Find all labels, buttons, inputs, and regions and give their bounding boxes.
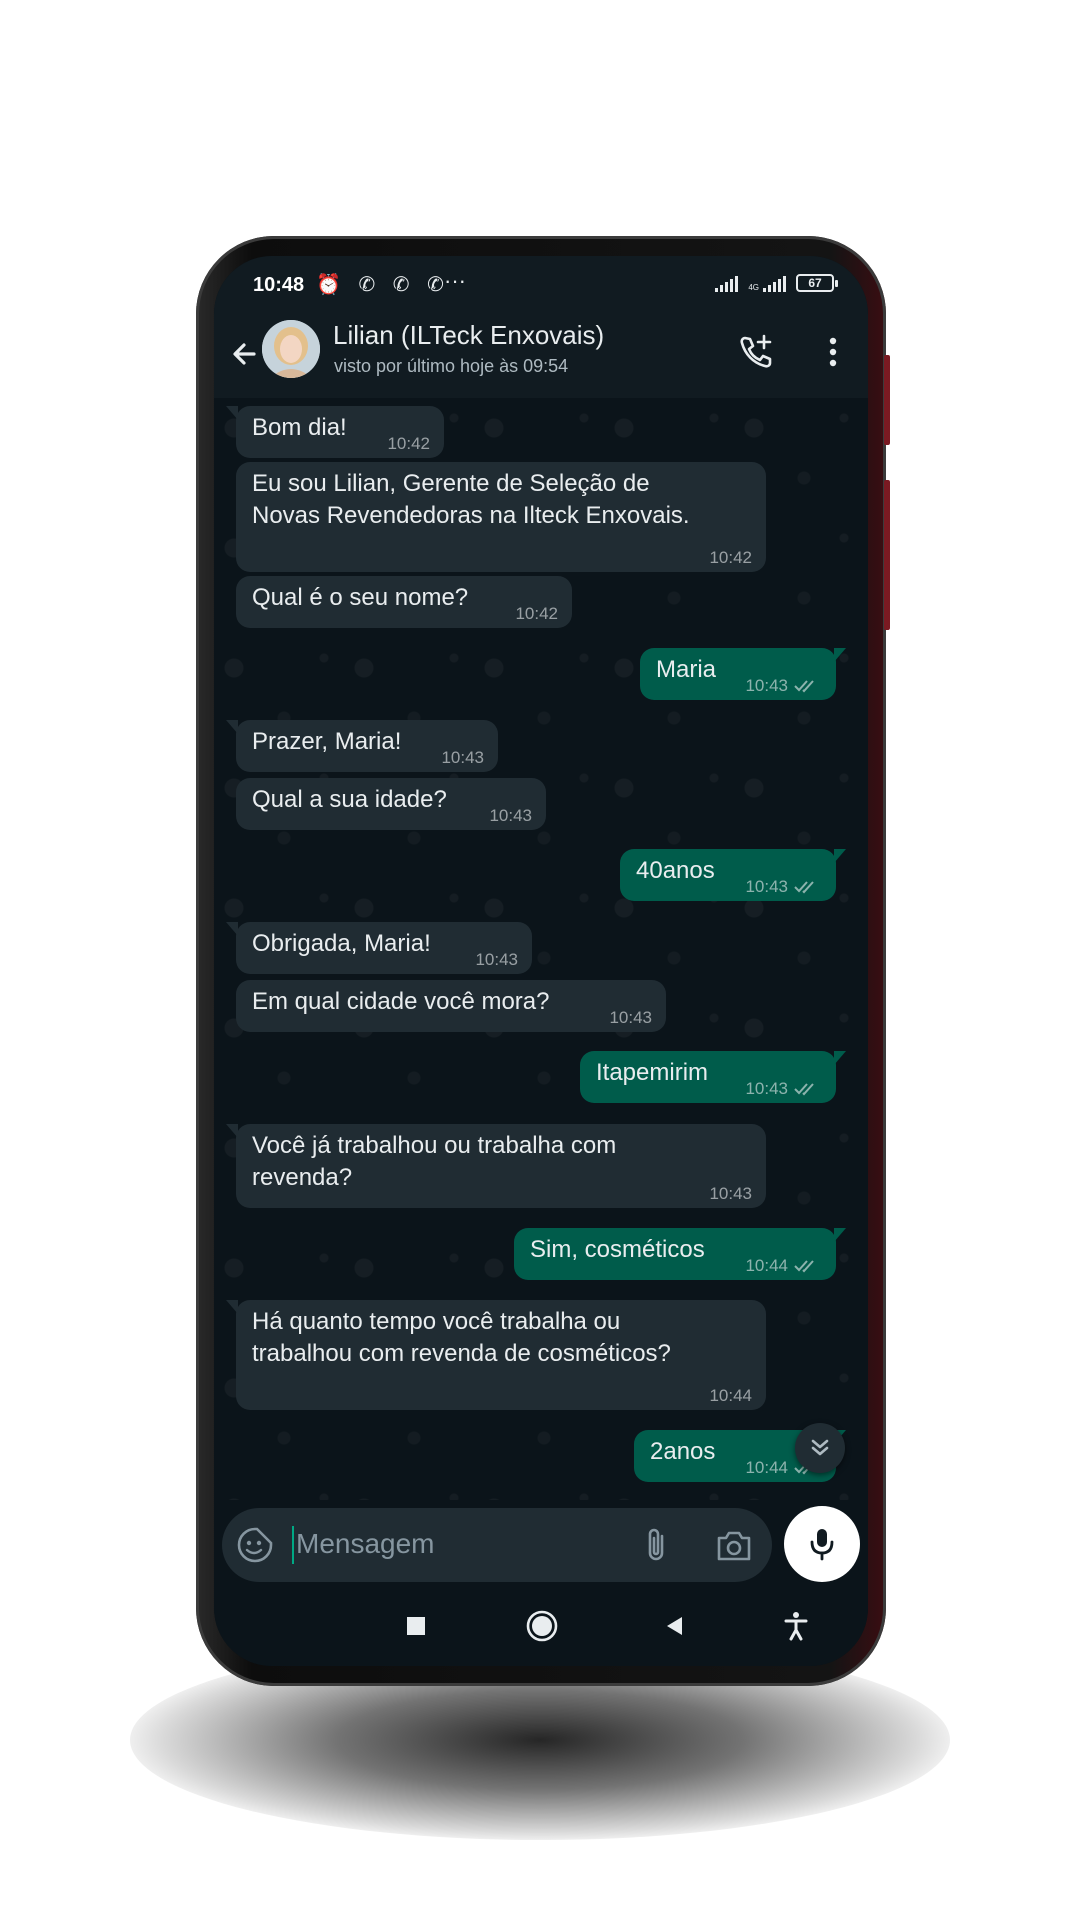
circle-icon [526, 1610, 558, 1642]
double-check-icon [794, 1260, 814, 1273]
contact-name[interactable]: Lilian (ILTeck Enxovais) [333, 320, 604, 351]
message-text: Há quanto tempo você trabalha ou [252, 1308, 621, 1335]
message-incoming[interactable]: Em qual cidade você mora? 10:43 [236, 980, 666, 1032]
message-time: 10:44 [745, 1458, 788, 1477]
signal-icon-2 [763, 276, 786, 292]
sticker-icon[interactable] [236, 1526, 274, 1564]
message-time-wrap: 10:44 [745, 1256, 820, 1276]
mic-button[interactable] [784, 1506, 860, 1582]
message-incoming[interactable]: Qual a sua idade? 10:43 [236, 778, 546, 830]
message-incoming[interactable]: Qual é o seu nome? 10:42 [236, 576, 572, 628]
message-time: 10:43 [745, 676, 788, 695]
message-time: 10:43 [709, 1184, 752, 1203]
message-time: 10:43 [475, 950, 518, 969]
last-seen-status: visto por último hoje às 09:54 [334, 356, 569, 376]
message-text-line2: revenda? [252, 1164, 353, 1191]
more-vert-icon[interactable] [818, 332, 848, 372]
message-incoming[interactable]: Há quanto tempo você trabalha ou trabalh… [226, 1300, 766, 1410]
volume-button [884, 355, 890, 445]
chat-header: Lilian (ILTeck Enxovais) visto por últim… [214, 314, 868, 398]
paperclip-icon[interactable] [640, 1526, 674, 1564]
system-nav-bar [214, 1586, 868, 1666]
text-cursor [292, 1526, 294, 1564]
message-composer: Mensagem [214, 1500, 868, 1586]
square-icon [407, 1617, 425, 1635]
avatar-image [262, 320, 320, 378]
avatar[interactable] [262, 320, 320, 378]
message-time: 10:44 [745, 1256, 788, 1275]
battery-level: 67 [808, 276, 822, 290]
message-text: Qual é o seu nome? [252, 584, 469, 611]
network-type: 4G [748, 283, 759, 292]
message-text: Eu sou Lilian, Gerente de Seleção de [252, 470, 650, 497]
power-button [884, 480, 890, 630]
message-time: 10:43 [745, 1079, 788, 1098]
nav-back-button[interactable] [654, 1606, 694, 1646]
message-time-wrap: 10:43 [745, 1079, 820, 1099]
message-input-container[interactable]: Mensagem [222, 1508, 772, 1582]
mic-icon [810, 1529, 834, 1561]
message-incoming[interactable]: Bom dia! 10:42 [226, 406, 444, 458]
message-time: 10:42 [387, 434, 430, 453]
message-incoming[interactable]: Prazer, Maria! 10:43 [226, 720, 498, 772]
add-call-icon[interactable] [736, 332, 776, 372]
message-text: Você já trabalhou ou trabalha com [252, 1132, 617, 1159]
status-right: 4G 67 [715, 274, 838, 292]
triangle-back-icon [667, 1617, 682, 1635]
notification-icons: ⏰ ✆ ✆ ✆ [316, 274, 450, 296]
message-outgoing[interactable]: 40anos 10:43 [620, 849, 846, 901]
message-outgoing[interactable]: Maria 10:43 [640, 648, 846, 700]
message-input[interactable]: Mensagem [296, 1528, 435, 1560]
phone-screen: 10:48 ⏰ ✆ ✆ ✆ ··· 4G 67 Lilian (ILTeck E… [214, 256, 868, 1666]
status-time: 10:48 [253, 274, 305, 296]
nav-accessibility-button[interactable] [776, 1606, 816, 1646]
message-outgoing[interactable]: Itapemirim 10:43 [580, 1051, 846, 1103]
message-text: Em qual cidade você mora? [252, 988, 550, 1015]
double-check-icon [794, 1083, 814, 1096]
double-check-icon [794, 881, 814, 894]
arrow-left-icon[interactable] [224, 332, 268, 376]
message-time: 10:42 [515, 604, 558, 623]
message-time-wrap: 10:43 [745, 676, 820, 696]
status-bar: 10:48 ⏰ ✆ ✆ ✆ ··· 4G 67 [214, 256, 868, 314]
message-time: 10:43 [489, 806, 532, 825]
message-time: 10:42 [709, 548, 752, 567]
accessibility-icon [784, 1612, 808, 1641]
message-time-wrap: 10:43 [745, 877, 820, 897]
message-time: 10:43 [441, 748, 484, 767]
message-incoming[interactable]: Eu sou Lilian, Gerente de Seleção de Nov… [236, 462, 766, 572]
camera-icon[interactable] [714, 1528, 754, 1564]
message-time: 10:44 [709, 1386, 752, 1405]
message-time: 10:43 [745, 877, 788, 896]
double-check-icon [794, 680, 814, 693]
nav-recents-button[interactable] [396, 1606, 436, 1646]
message-text-line2: trabalhou com revenda de cosméticos? [252, 1340, 671, 1367]
message-time: 10:43 [609, 1008, 652, 1027]
battery-icon: 67 [796, 274, 838, 292]
signal-icon [715, 276, 739, 292]
message-outgoing[interactable]: Sim, cosméticos 10:44 [514, 1228, 846, 1280]
scroll-to-bottom-button[interactable] [795, 1423, 845, 1473]
message-text-line2: Novas Revendedoras na Ilteck Enxovais. [252, 502, 690, 529]
message-incoming[interactable]: Obrigada, Maria! 10:43 [226, 922, 532, 974]
chat-area[interactable]: Bom dia! 10:42 Eu sou Lilian, Gerente de… [214, 398, 868, 1500]
nav-home-button[interactable] [522, 1606, 562, 1646]
more-notifications-icon: ··· [444, 268, 466, 293]
message-text: Qual a sua idade? [252, 786, 447, 813]
double-chevron-down-icon [811, 1439, 829, 1456]
message-incoming[interactable]: Você já trabalhou ou trabalha com revend… [226, 1124, 766, 1208]
